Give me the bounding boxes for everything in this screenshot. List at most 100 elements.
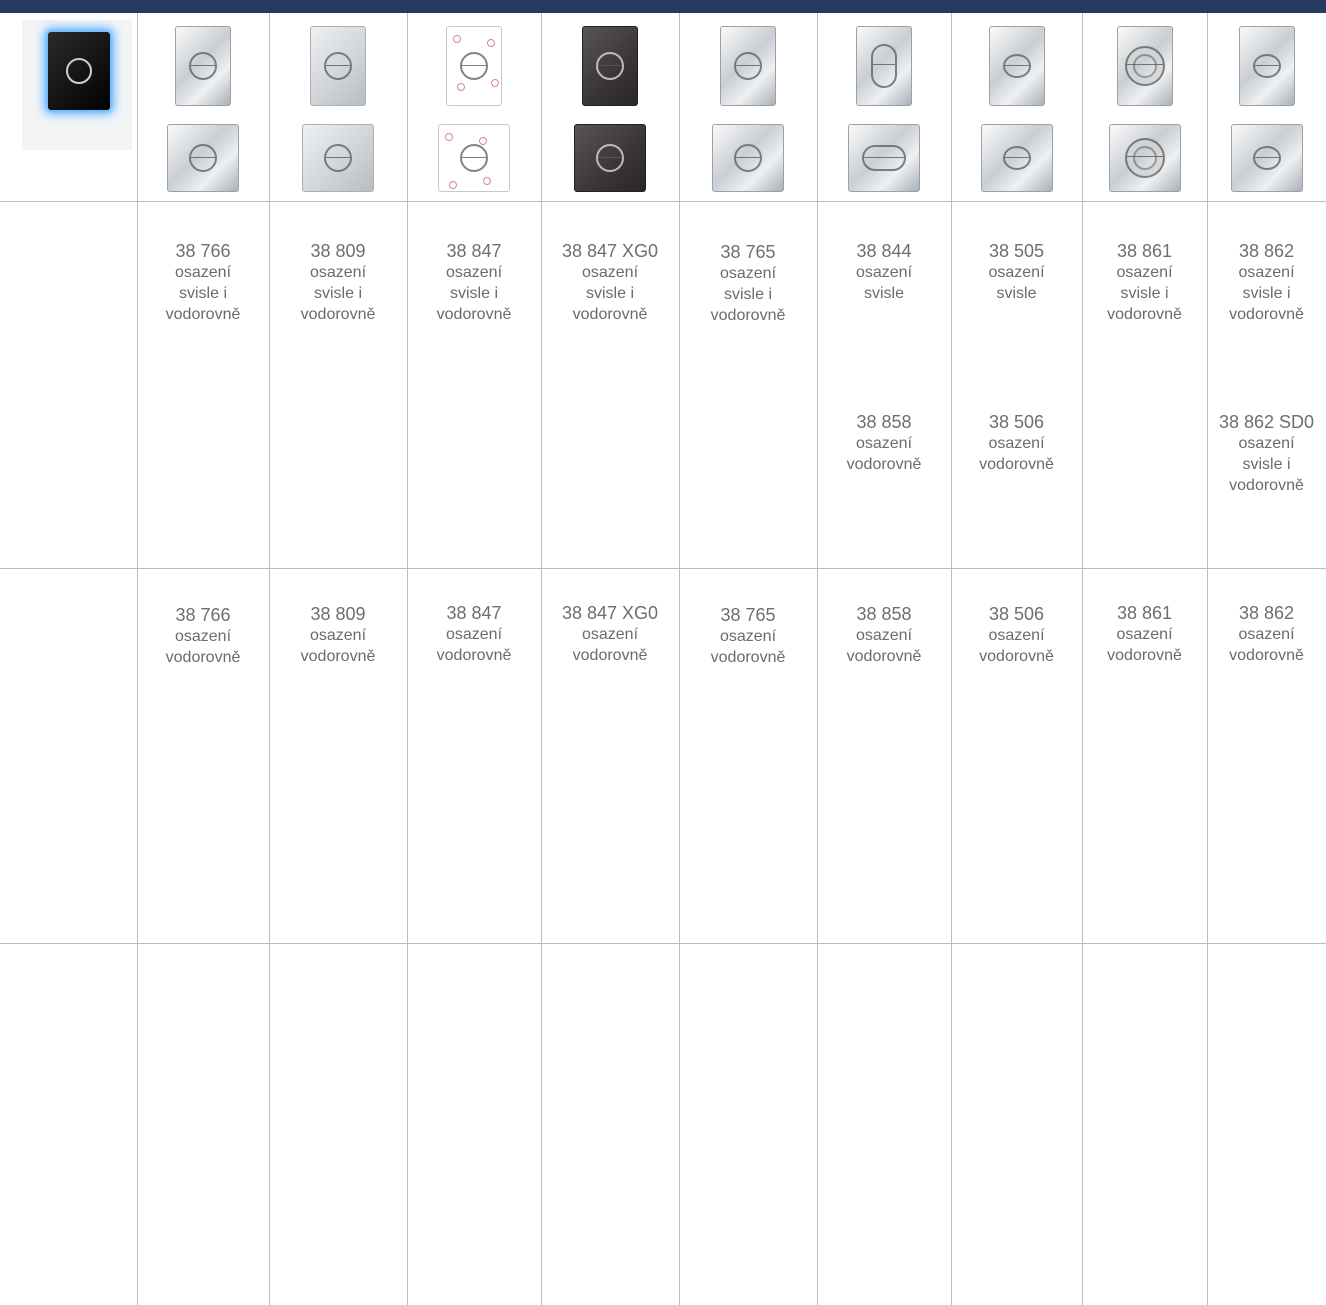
mounting-text: osazení <box>1238 264 1295 281</box>
mounting-text: vodorovně <box>1229 477 1304 494</box>
mounting-text: svisle i <box>585 285 634 302</box>
product-code-cell: 38 765 osazení svisle i vodorovně <box>679 241 817 326</box>
product-code-cell: 38 862 osazení svisle i vodorovně <box>1207 240 1326 325</box>
mounting-text: svisle <box>863 285 904 302</box>
product-code-cell: 38 862 osazení vodorovně <box>1207 602 1326 666</box>
mounting-text: vodorovně <box>1107 306 1182 323</box>
flush-plate-image <box>720 26 776 106</box>
mounting-text: osazení <box>1116 264 1173 281</box>
product-code-cell: 38 766 osazení svisle i vodorovně <box>137 240 269 325</box>
flush-plate-image <box>988 26 1045 106</box>
flush-plate-image <box>1238 26 1295 106</box>
product-code-cell: 38 847 osazení svisle i vodorovně <box>407 240 541 325</box>
flush-plate-image <box>712 124 784 192</box>
product-code: 38 809 <box>310 604 366 624</box>
product-code: 38 862 <box>1238 603 1295 623</box>
mounting-text: osazení <box>581 264 639 281</box>
product-code: 38 861 <box>1116 241 1173 261</box>
product-code: 38 766 <box>175 605 231 625</box>
mounting-text: osazení <box>988 264 1045 281</box>
mounting-text: vodorovně <box>710 307 786 324</box>
mounting-text: osazení <box>855 264 913 281</box>
product-code: 38 765 <box>720 242 776 262</box>
mounting-text: vodorovně <box>846 648 922 665</box>
mounting-text: osazení <box>174 264 232 281</box>
mounting-text: vodorovně <box>979 648 1054 665</box>
mounting-text: svisle i <box>723 286 772 303</box>
mounting-text: osazení <box>719 628 777 645</box>
mounting-text: vodorovně <box>979 456 1054 473</box>
flush-plate-image <box>582 26 638 106</box>
mounting-text: svisle i <box>1120 285 1169 302</box>
product-code: 38 506 <box>988 412 1045 432</box>
mounting-text: vodorovně <box>300 306 376 323</box>
product-code-cell: 38 847 osazení vodorovně <box>407 602 541 666</box>
product-code-cell: 38 506 osazení vodorovně <box>951 603 1082 667</box>
glass-flush-plate-image <box>48 32 110 110</box>
product-code: 38 809 <box>310 241 366 261</box>
mounting-text: osazení <box>174 628 232 645</box>
mounting-text: vodorovně <box>1229 306 1304 323</box>
flush-plate-image <box>574 124 646 192</box>
flush-plate-image <box>1230 124 1303 192</box>
product-code-cell: 38 809 osazení vodorovně <box>269 603 407 667</box>
mounting-text: osazení <box>1238 435 1295 452</box>
product-code: 38 506 <box>988 604 1045 624</box>
mounting-text: osazení <box>1238 626 1295 643</box>
product-code-cell: 38 858 osazení vodorovně <box>817 603 951 667</box>
mounting-text: svisle i <box>1242 285 1291 302</box>
product-code-cell: 38 505 osazení svisle <box>951 240 1082 304</box>
flush-plate-image <box>980 124 1053 192</box>
header-bar <box>0 0 1326 13</box>
mounting-text: vodorovně <box>300 648 376 665</box>
flush-plate-image <box>302 124 374 192</box>
flush-plate-image <box>438 124 510 192</box>
flush-plate-image <box>1116 26 1173 106</box>
mounting-text: vodorovně <box>165 306 241 323</box>
product-code-cell: 38 862 SD0 osazení svisle i vodorovně <box>1207 411 1326 496</box>
product-code: 38 766 <box>175 241 231 261</box>
product-code: 38 847 XG0 <box>561 241 659 261</box>
mounting-text: svisle <box>996 285 1037 302</box>
product-code-cell: 38 847 XG0 osazení vodorovně <box>541 602 679 666</box>
product-code: 38 844 <box>856 241 912 261</box>
mounting-text: vodorovně <box>1229 647 1304 664</box>
mounting-text: osazení <box>855 627 913 644</box>
product-code: 38 858 <box>856 604 912 624</box>
mounting-text: svisle i <box>178 285 227 302</box>
product-code-cell: 38 844 osazení svisle <box>817 240 951 304</box>
product-code: 38 847 <box>446 241 502 261</box>
mounting-text: osazení <box>719 265 777 282</box>
product-code: 38 862 <box>1238 241 1295 261</box>
mounting-text: vodorovně <box>436 647 512 664</box>
flush-plate-image <box>175 26 231 106</box>
mounting-text: vodorovně <box>710 649 786 666</box>
product-code: 38 847 <box>446 603 502 623</box>
mounting-text: vodorovně <box>846 456 922 473</box>
mounting-text: svisle i <box>313 285 362 302</box>
mounting-text: osazení <box>855 435 913 452</box>
product-code-cell: 38 861 osazení vodorovně <box>1082 602 1207 666</box>
product-code-cell: 38 809 osazení svisle i vodorovně <box>269 240 407 325</box>
mounting-text: svisle i <box>1242 456 1291 473</box>
flush-plate-image <box>856 26 912 106</box>
product-code: 38 765 <box>720 605 776 625</box>
flush-plate-image <box>446 26 502 106</box>
row-divider <box>0 568 1326 569</box>
product-code: 38 862 SD0 <box>1218 412 1315 432</box>
mounting-text: vodorovně <box>165 649 241 666</box>
product-code: 38 858 <box>856 412 912 432</box>
flush-plate-image <box>167 124 239 192</box>
product-code-cell: 38 858 osazení vodorovně <box>817 411 951 475</box>
mounting-text: osazení <box>309 627 367 644</box>
mounting-text: osazení <box>1116 626 1173 643</box>
mounting-text: svisle i <box>449 285 498 302</box>
mounting-text: osazení <box>309 264 367 281</box>
flush-plate-image <box>310 26 366 106</box>
product-code-cell: 38 861 osazení svisle i vodorovně <box>1082 240 1207 325</box>
flush-plate-image <box>1108 124 1181 192</box>
mounting-text: osazení <box>581 626 639 643</box>
row-divider <box>0 943 1326 944</box>
product-code-cell: 38 847 XG0 osazení svisle i vodorovně <box>541 240 679 325</box>
product-code: 38 847 XG0 <box>561 603 659 623</box>
